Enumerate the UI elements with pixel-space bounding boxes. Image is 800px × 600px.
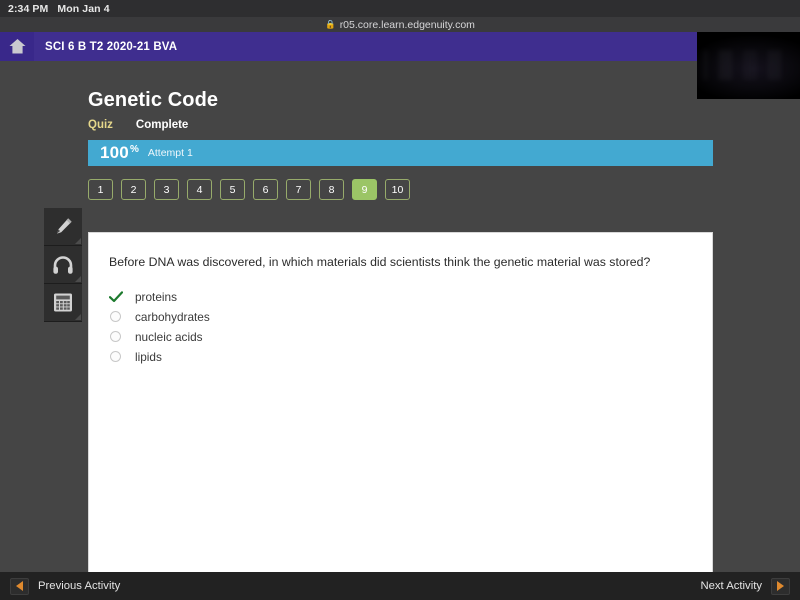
language-selector[interactable]: English ▾ <box>719 32 800 61</box>
calculator-icon <box>54 293 72 312</box>
tool-rail <box>44 208 82 322</box>
activity-navigation-bar: Previous Activity Next Activity <box>0 572 800 600</box>
pager-button-4[interactable]: 4 <box>187 179 212 200</box>
assignment-meta: Quiz Complete <box>88 119 800 131</box>
score-value: 100 <box>100 143 129 162</box>
previous-activity-label: Previous Activity <box>38 580 121 592</box>
page-title: Genetic Code <box>88 89 219 111</box>
question-body: Before DNA was discovered, in which mate… <box>89 233 712 600</box>
status-bar-time: 2:34 PM <box>8 2 49 15</box>
pager-button-9[interactable]: 9 <box>352 179 377 200</box>
assignment-state: Complete <box>135 119 189 131</box>
home-button[interactable] <box>0 32 34 61</box>
answer-options: proteins carbohydrates nucleic acids lip… <box>109 287 688 367</box>
next-activity-button[interactable]: Next Activity <box>700 577 790 595</box>
status-bar-date: Mon Jan 4 <box>57 2 110 15</box>
headphones-icon <box>53 255 73 274</box>
question-pager: 1 2 3 4 5 6 7 8 9 10 <box>88 179 800 200</box>
app-header: SCI 6 B T2 2020-21 BVA English ▾ <box>0 32 800 99</box>
score-bar: 100 % Attempt 1 <box>88 140 713 166</box>
url-text: r05.core.learn.edgenuity.com <box>339 18 475 31</box>
option-label: nucleic acids <box>135 329 203 344</box>
ios-status-bar: 2:34 PM Mon Jan 4 <box>0 0 800 17</box>
option-label: proteins <box>135 289 177 304</box>
pager-button-6[interactable]: 6 <box>253 179 278 200</box>
triangle-left-icon <box>10 577 29 595</box>
pager-button-7[interactable]: 7 <box>286 179 311 200</box>
next-activity-label: Next Activity <box>700 580 762 592</box>
question-card: Before DNA was discovered, in which mate… <box>88 232 713 600</box>
option-row[interactable]: nucleic acids <box>109 327 688 347</box>
pager-button-1[interactable]: 1 <box>88 179 113 200</box>
chevron-down-icon: ▾ <box>776 41 782 52</box>
pager-button-10[interactable]: 10 <box>385 179 410 200</box>
option-label: carbohydrates <box>135 309 210 324</box>
page-content: Genetic Code Quiz Complete 100 % Attempt… <box>0 61 800 600</box>
pager-button-5[interactable]: 5 <box>220 179 245 200</box>
radio-empty-icon <box>109 331 131 343</box>
option-row[interactable]: proteins <box>109 287 688 307</box>
radio-empty-icon <box>109 351 131 363</box>
language-label: English <box>719 40 761 53</box>
calculator-tool[interactable] <box>44 284 82 322</box>
previous-activity-button[interactable]: Previous Activity <box>10 577 121 595</box>
option-row[interactable]: lipids <box>109 347 688 367</box>
pager-button-3[interactable]: 3 <box>154 179 179 200</box>
score-unit: % <box>129 143 139 155</box>
audio-tool[interactable] <box>44 246 82 284</box>
assignment-kind: Quiz <box>88 119 113 131</box>
home-icon <box>9 39 25 54</box>
attempt-label: Attempt 1 <box>147 147 193 159</box>
course-title: SCI 6 B T2 2020-21 BVA <box>45 40 178 53</box>
lock-icon: 🔒 <box>325 18 336 29</box>
assignment-header: Genetic Code Quiz Complete 100 % Attempt… <box>0 61 800 200</box>
question-text: Before DNA was discovered, in which mate… <box>109 255 651 269</box>
pager-button-2[interactable]: 2 <box>121 179 146 200</box>
highlighter-tool[interactable] <box>44 208 82 246</box>
option-label: lipids <box>135 349 162 364</box>
pager-button-8[interactable]: 8 <box>319 179 344 200</box>
browser-url-bar[interactable]: 🔒 r05.core.learn.edgenuity.com <box>0 17 800 32</box>
option-row[interactable]: carbohydrates <box>109 307 688 327</box>
check-icon <box>109 290 131 303</box>
radio-empty-icon <box>109 311 131 323</box>
pencil-icon <box>56 218 72 234</box>
triangle-right-icon <box>771 577 790 595</box>
